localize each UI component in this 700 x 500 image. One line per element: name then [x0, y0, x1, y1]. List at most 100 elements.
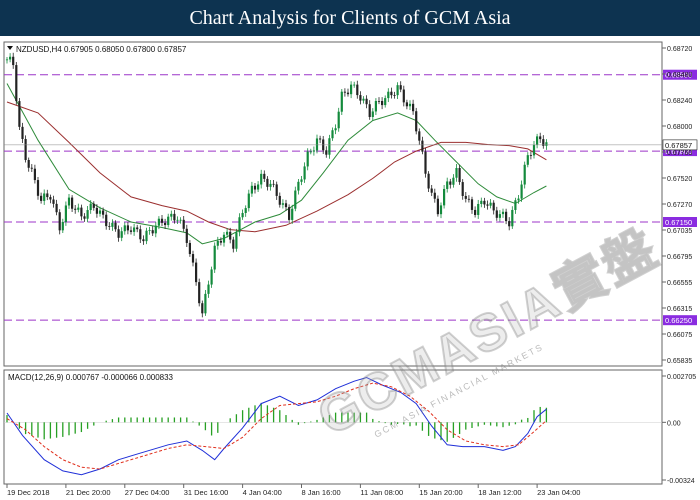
candle-body [126, 225, 129, 231]
candle-body [272, 183, 275, 185]
candle-body [21, 126, 24, 139]
candle-body [374, 100, 377, 112]
candle-body [312, 150, 315, 152]
candle-body [315, 138, 319, 151]
candle-body [173, 213, 176, 221]
macd-axis: 0.002705 0.00 -0.00324 [662, 374, 696, 485]
page-title: Chart Analysis for Clients of GCM Asia [189, 6, 511, 29]
candle-body [281, 203, 284, 205]
candle-body [244, 208, 247, 213]
candle-body [12, 56, 15, 66]
price-tick-label: 0.66555 [667, 280, 692, 287]
level-label: 0.67150 [665, 218, 692, 227]
candle-body [505, 211, 508, 222]
candle-body [167, 216, 170, 226]
candle-body [495, 210, 498, 218]
time-tick-label: 18 Jan 12:00 [478, 488, 521, 497]
candle-body [71, 197, 74, 209]
candle-body [430, 188, 433, 193]
candle-body [297, 181, 300, 191]
candle-body [396, 85, 399, 96]
candle-body [92, 203, 95, 208]
candle-body [250, 185, 253, 194]
candle-body [545, 142, 548, 146]
symbol-info-label: NZDUSD,H4 0.67905 0.68050 0.67800 0.6785… [16, 45, 187, 54]
candle-body [9, 56, 12, 60]
current-price-label: 0.67857 [665, 141, 692, 150]
candle-body [36, 180, 40, 196]
candle-body [176, 219, 179, 221]
candle-body [294, 190, 297, 209]
candle-body [337, 111, 340, 129]
candle-body [381, 101, 384, 106]
macd-indicator [4, 376, 662, 476]
time-axis: 19 Dec 2018 21 Dec 20:00 27 Dec 04:00 31 De… [6, 484, 580, 497]
candle-body [102, 210, 105, 215]
candle-body [278, 195, 281, 205]
level-label: 0.66250 [665, 316, 692, 325]
time-tick-label: 23 Jan 04:00 [537, 488, 580, 497]
candle-body [424, 151, 427, 174]
candle-body [15, 65, 18, 102]
candle-body [148, 230, 151, 231]
candle-body [213, 245, 216, 270]
candle-body [95, 207, 98, 214]
candle-body [247, 193, 250, 209]
candle-body [436, 198, 439, 215]
candle-body [319, 138, 322, 140]
candle-body [452, 177, 455, 185]
candle-body [210, 269, 213, 285]
candle-body [480, 200, 483, 204]
support-resistance-levels: 0.685000.678000.671500.66250 [4, 69, 697, 326]
candle-body [387, 91, 390, 99]
candle-body [359, 95, 362, 101]
candle-body [105, 214, 108, 227]
candle-body [129, 230, 133, 232]
candle-body [306, 151, 309, 167]
candle-body [415, 111, 418, 132]
candle-body [269, 183, 272, 187]
candle-body [371, 111, 374, 117]
candle-body [536, 136, 539, 145]
candle-body [439, 205, 443, 215]
price-tick-label: 0.66795 [667, 254, 692, 261]
time-tick-label: 15 Jan 20:00 [419, 488, 462, 497]
candle-body [464, 195, 467, 199]
candle-body [356, 84, 359, 96]
candle-body [331, 130, 334, 139]
candle-body [253, 185, 257, 190]
candle-body [216, 240, 219, 246]
candle-body [365, 98, 368, 105]
candle-body [55, 203, 58, 213]
time-tick-label: 19 Dec 2018 [7, 488, 50, 497]
candle-body [198, 282, 201, 304]
candle-body [139, 229, 142, 240]
candle-body [474, 209, 477, 215]
candle-body [238, 217, 241, 233]
price-tick-label: 0.65835 [667, 358, 692, 365]
candle-body [49, 197, 52, 200]
macd-tick-label: 0.00 [667, 420, 681, 427]
candle-body [52, 199, 55, 204]
time-tick-label: 8 Jan 16:00 [302, 488, 341, 497]
candle-body [5, 59, 9, 61]
candle-body [67, 197, 71, 206]
candle-body [446, 181, 449, 189]
candle-body [303, 166, 306, 180]
time-tick-label: 4 Jan 04:00 [243, 488, 282, 497]
candle-body [179, 219, 182, 221]
candle-body [529, 155, 532, 156]
candle-body [377, 100, 381, 102]
candle-body [133, 227, 136, 232]
candle-body [27, 159, 30, 168]
candle-body [30, 167, 33, 169]
candle-body [340, 91, 343, 112]
price-tick-label: 0.66075 [667, 332, 692, 339]
candle-body [191, 254, 195, 263]
candle-body [539, 136, 542, 140]
candle-body [511, 209, 514, 227]
candle-body [232, 239, 235, 249]
candle-body [86, 210, 89, 219]
candle-body [532, 144, 536, 156]
candle-body [353, 84, 356, 86]
